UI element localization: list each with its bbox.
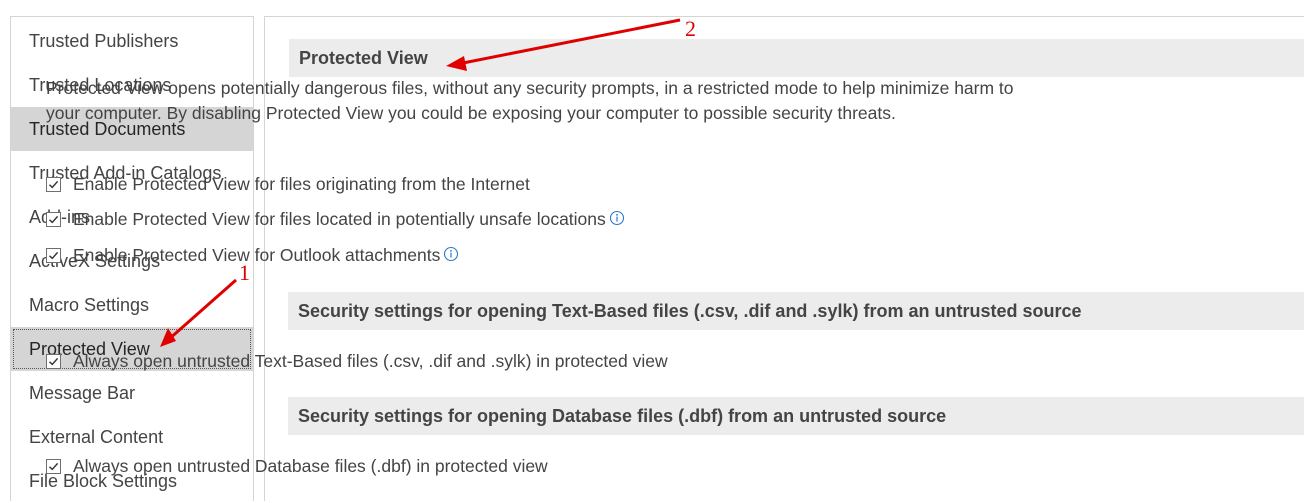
option-internet-files-label: Enable Protected View for files originat…: [73, 174, 530, 194]
checkmark-icon: [49, 180, 59, 189]
sidebar-item-message-bar[interactable]: Message Bar: [11, 371, 253, 415]
annotation-marker-1: 1: [239, 260, 250, 285]
option-database-files[interactable]: Always open untrusted Database files (.d…: [46, 455, 548, 477]
checkmark-icon: [49, 251, 59, 260]
database-files-header: Security settings for opening Database f…: [288, 397, 1304, 435]
option-unsafe-locations[interactable]: Enable Protected View for files located …: [46, 208, 625, 230]
protected-view-description: Protected View opens potentially dangero…: [46, 78, 1014, 123]
text-based-files-header: Security settings for opening Text-Based…: [288, 292, 1304, 330]
checkbox-text-based-files[interactable]: [46, 354, 61, 369]
checkbox-unsafe-locations[interactable]: [46, 212, 61, 227]
checkbox-internet-files[interactable]: [46, 177, 61, 192]
checkmark-icon: [49, 357, 59, 366]
sidebar-item-trusted-publishers[interactable]: Trusted Publishers: [11, 19, 253, 63]
annotation-marker-2: 2: [685, 16, 696, 41]
sidebar-item-external-content[interactable]: External Content: [11, 415, 253, 459]
info-icon[interactable]: [443, 245, 459, 267]
option-text-based-files-label: Always open untrusted Text-Based files (…: [73, 351, 668, 371]
option-unsafe-locations-label: Enable Protected View for files located …: [73, 209, 606, 229]
info-icon[interactable]: [609, 209, 625, 231]
option-text-based-files[interactable]: Always open untrusted Text-Based files (…: [46, 350, 668, 372]
option-database-files-label: Always open untrusted Database files (.d…: [73, 456, 548, 476]
option-outlook-attachments[interactable]: Enable Protected View for Outlook attach…: [46, 244, 459, 266]
checkmark-icon: [49, 462, 59, 471]
option-internet-files[interactable]: Enable Protected View for files originat…: [46, 173, 530, 195]
checkmark-icon: [49, 215, 59, 224]
sidebar-item-macro-settings[interactable]: Macro Settings: [11, 283, 253, 327]
protected-view-header: Protected View: [289, 39, 1304, 77]
option-outlook-attachments-label: Enable Protected View for Outlook attach…: [73, 245, 441, 265]
checkbox-outlook-attachments[interactable]: [46, 248, 61, 263]
checkbox-database-files[interactable]: [46, 459, 61, 474]
